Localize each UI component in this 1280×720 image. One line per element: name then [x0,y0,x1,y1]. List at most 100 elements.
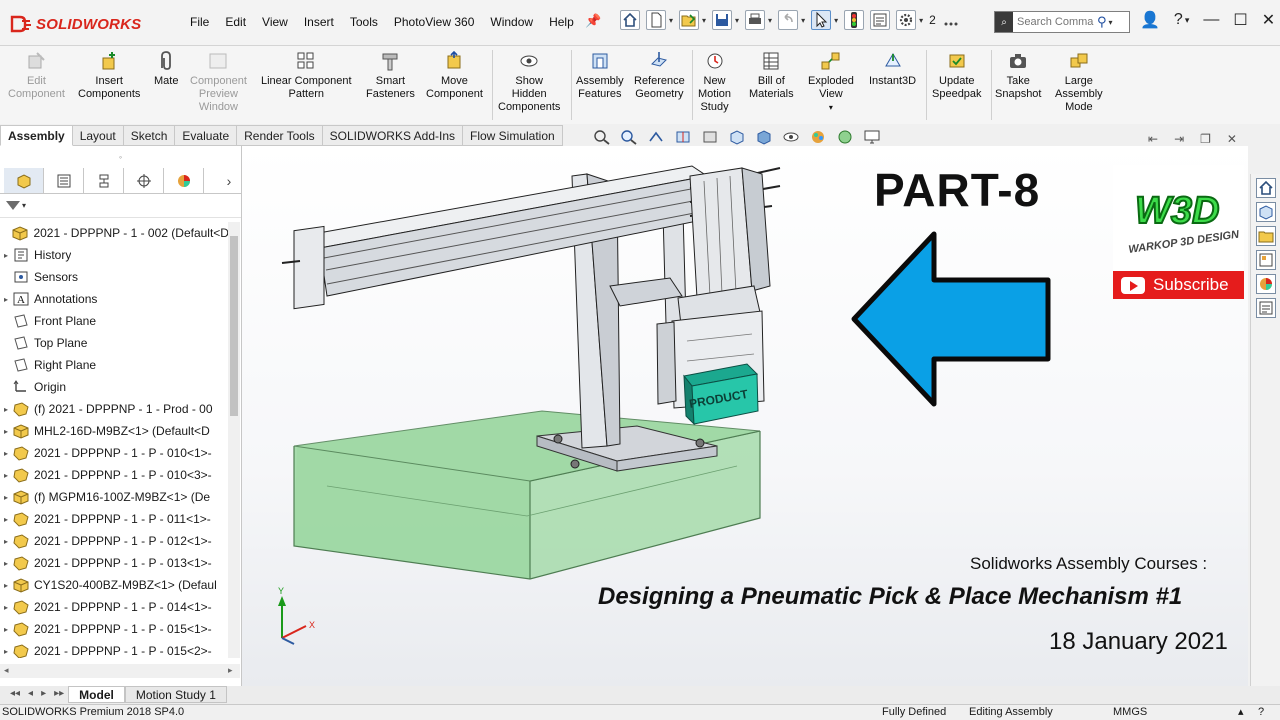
file-properties-icon[interactable] [870,10,891,30]
tab-evaluate[interactable]: Evaluate [175,125,238,146]
tile-right-icon[interactable]: ⇥ [1174,132,1184,146]
subscribe-button[interactable]: Subscribe [1113,271,1244,299]
tabs-last-arrow-icon[interactable]: ▸▸ [50,686,68,704]
tree-expander-icon[interactable]: ▸ [0,493,12,502]
display-manager-tab[interactable] [164,168,204,193]
close-viewport-icon[interactable]: ✕ [1227,132,1237,146]
edit-appearance-icon[interactable] [809,129,827,145]
view-orientation-icon[interactable] [728,129,746,145]
tree-item[interactable]: ▸ 2021 - DPPPNP - 1 - P - 011<1>- [0,508,228,530]
tree-item[interactable]: Sensors [0,266,228,288]
tree-item[interactable]: Origin [0,376,228,398]
tree-item[interactable]: ▸ (f) MGPM16-100Z-M9BZ<1> (De [0,486,228,508]
menu-help[interactable]: Help [541,15,582,29]
tree-expander-icon[interactable]: ▸ [0,581,12,590]
exploded-view-button[interactable]: Exploded View ▾ [808,50,854,114]
menu-file[interactable]: File [182,15,217,29]
take-snapshot-button[interactable]: Take Snapshot [995,50,1041,101]
select-cursor-icon[interactable] [811,10,832,30]
instant3d-button[interactable]: Instant3D [869,50,916,88]
bill-of-materials-button[interactable]: Bill of Materials [749,50,794,101]
status-help-icon[interactable]: ? [1258,705,1264,720]
open-dropdown-icon[interactable]: ▾ [702,16,706,25]
close-icon[interactable]: ✕ [1262,10,1275,30]
menu-tools[interactable]: Tools [342,15,386,29]
view-setting-monitor-icon[interactable] [863,129,881,145]
hide-show-items-icon[interactable] [782,129,800,145]
menu-window[interactable]: Window [482,15,541,29]
reference-geometry-button[interactable]: Reference Geometry [634,50,685,101]
tree-vertical-scrollbar[interactable] [228,222,240,658]
tree-item[interactable]: ▸ CY1S20-400BZ-M9BZ<1> (Defaul [0,574,228,596]
tree-item[interactable]: ▸ A Annotations [0,288,228,310]
property-manager-tab[interactable] [44,168,84,193]
new-document-icon[interactable] [646,10,666,30]
solidworks-logo[interactable]: SOLIDWORKS [10,9,154,39]
save-icon[interactable] [712,10,733,30]
design-library-icon[interactable] [1256,202,1276,222]
tree-item[interactable]: ▸ 2021 - DPPPNP - 1 - P - 010<1>- [0,442,228,464]
new-dropdown-icon[interactable]: ▾ [669,16,673,25]
open-icon[interactable] [679,10,700,30]
user-icon[interactable]: 👤 [1140,10,1160,30]
large-assembly-mode-button[interactable]: Large Assembly Mode [1055,50,1103,114]
tree-expander-icon[interactable]: ▸ [0,251,12,260]
print-dropdown-icon[interactable]: ▾ [768,16,772,25]
restore-viewport-icon[interactable]: ❐ [1200,132,1211,146]
tree-item[interactable]: ▸ 2021 - DPPPNP - 1 - P - 015<1>- [0,618,228,640]
customize-icon[interactable] [942,10,962,30]
tabs-prev-arrow-icon[interactable]: ◂ [24,686,37,704]
new-motion-study-button[interactable]: New Motion Study [698,50,731,114]
menu-insert[interactable]: Insert [296,15,342,29]
tree-expander-icon[interactable]: ▸ [0,647,12,656]
tree-expander-icon[interactable]: ▸ [0,559,12,568]
select-dropdown-icon[interactable]: ▾ [834,16,838,25]
tree-item[interactable]: ▸ 2021 - DPPPNP - 1 - P - 012<1>- [0,530,228,552]
options-gear-icon[interactable] [896,10,917,30]
linear-component-pattern-button[interactable]: Linear Component Pattern [261,50,352,101]
solidworks-resources-home-icon[interactable] [1256,178,1276,198]
tab-render-tools[interactable]: Render Tools [237,125,323,146]
tree-item[interactable]: ▸ 2021 - DPPPNP - 1 - P - 013<1>- [0,552,228,574]
tree-item[interactable]: ▸ (f) 2021 - DPPPNP - 1 - Prod - 00 [0,398,228,420]
tree-filter[interactable]: ▾ [0,194,241,218]
update-speedpak-button[interactable]: Update Speedpak [932,50,982,101]
component-preview-window-button[interactable]: Component Preview Window [190,50,247,114]
previous-view-icon[interactable] [647,129,665,145]
tree-item[interactable]: Right Plane [0,354,228,376]
tree-horizontal-scrollbar[interactable]: ◂ ▸ [0,664,240,678]
dimxpert-manager-tab[interactable] [124,168,164,193]
assembly-features-button[interactable]: Assembly Features [576,50,624,101]
menu-edit[interactable]: Edit [217,15,254,29]
menu-view[interactable]: View [254,15,296,29]
search-icon[interactable]: ⚲ [1097,14,1107,30]
exploded-view-dropdown-icon[interactable]: ▾ [829,101,833,114]
tree-expander-icon[interactable]: ▸ [0,515,12,524]
edit-component-button[interactable]: Edit Component [8,50,65,101]
scroll-thumb[interactable] [230,236,238,416]
tree-item[interactable]: ▸ MHL2-16D-M9BZ<1> (Default<D [0,420,228,442]
show-hidden-components-button[interactable]: Show Hidden Components [498,50,560,114]
tree-expander-icon[interactable]: ▸ [0,295,12,304]
status-units[interactable]: MMGS [1113,705,1147,720]
display-style-icon[interactable] [755,129,773,145]
help-dropdown-icon[interactable]: ▾ [1185,15,1190,26]
feature-manager-tab[interactable] [4,168,44,193]
tree-expander-icon[interactable]: ▸ [0,471,12,480]
command-search[interactable]: ⌕ ⚲ ▾ [994,11,1130,33]
status-units-dropdown-icon[interactable]: ▴ [1238,705,1244,720]
tab-sketch[interactable]: Sketch [123,125,176,146]
view-settings-icon[interactable] [701,129,719,145]
zoom-to-fit-icon[interactable] [593,129,611,145]
tab-model[interactable]: Model [68,686,125,703]
tab-assembly[interactable]: Assembly [0,125,73,146]
undo-dropdown-icon[interactable]: ▾ [801,16,805,25]
insert-components-button[interactable]: Insert Components [78,50,140,101]
tab-flow-simulation[interactable]: Flow Simulation [463,125,563,146]
search-input[interactable] [1013,16,1097,28]
mate-button[interactable]: Mate [154,50,178,88]
tree-expander-icon[interactable]: ▸ [0,405,12,414]
pin-icon[interactable]: 📌 [585,13,601,29]
tile-left-icon[interactable]: ⇤ [1148,132,1158,146]
minimize-icon[interactable]: — [1203,11,1219,29]
